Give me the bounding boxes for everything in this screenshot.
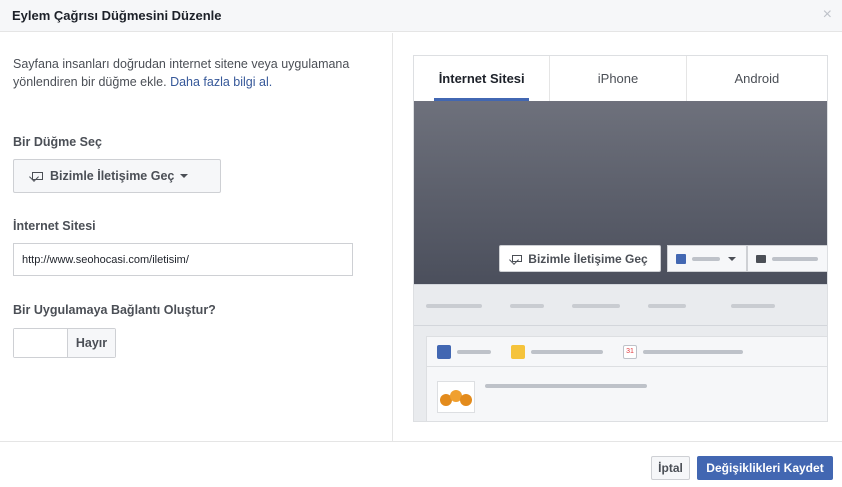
learn-more-link[interactable]: Daha fazla bilgi al. — [170, 75, 272, 89]
dialog-header: Eylem Çağrısı Düğmesini Düzenle × — [0, 0, 842, 32]
placeholder-bar — [426, 304, 482, 308]
placeholder-bar — [531, 350, 603, 354]
cta-preview-label: Bizimle İletişime Geç — [528, 251, 648, 266]
choose-button-value: Bizimle İletişime Geç — [50, 169, 175, 183]
tab-android[interactable]: Android — [687, 56, 827, 101]
choose-button-dropdown[interactable]: Bizimle İletişime Geç — [13, 159, 221, 193]
calendar-icon: 31 — [623, 345, 637, 359]
placeholder-bar — [648, 304, 686, 308]
placeholder-bar — [572, 304, 620, 308]
pencil-icon — [437, 345, 451, 359]
app-link-toggle[interactable]: Hayır — [13, 328, 116, 358]
placeholder-bar — [731, 304, 775, 308]
tab-iphone[interactable]: iPhone — [550, 56, 687, 101]
like-button-placeholder — [667, 245, 747, 272]
app-link-label: Bir Uygulamaya Bağlantı Oluştur? — [13, 303, 216, 317]
fruit-thumbnail — [437, 381, 475, 413]
envelope-icon — [512, 255, 523, 262]
save-button[interactable]: Değişiklikleri Kaydet — [697, 456, 833, 480]
composer-actions: 31 — [427, 337, 827, 367]
photo-icon — [511, 345, 525, 359]
envelope-icon — [32, 172, 43, 180]
placeholder-bar — [772, 256, 818, 261]
caret-down-icon — [180, 174, 189, 178]
placeholder-bar — [692, 256, 720, 261]
toggle-label: Hayır — [68, 329, 115, 357]
message-button-placeholder — [747, 245, 827, 272]
caret-down-icon — [728, 256, 736, 261]
dialog-footer: İptal Değişiklikleri Kaydet — [0, 441, 842, 487]
placeholder-bar — [510, 304, 544, 308]
close-icon[interactable]: × — [823, 6, 832, 24]
cover-photo: Bizimle İletişime Geç — [414, 101, 827, 284]
placeholder-bar — [643, 350, 743, 354]
website-label: İnternet Sitesi — [13, 219, 96, 233]
cancel-button[interactable]: İptal — [651, 456, 690, 480]
preview-tabs: İnternet Sitesi iPhone Android — [414, 56, 827, 101]
preview-panel: İnternet Sitesi iPhone Android Bizimle İ… — [413, 55, 828, 422]
dialog-title: Eylem Çağrısı Düğmesini Düzenle — [12, 8, 222, 23]
toggle-knob — [14, 329, 68, 357]
tab-website[interactable]: İnternet Sitesi — [414, 56, 551, 101]
placeholder-bar — [485, 384, 647, 388]
choose-button-label: Bir Düğme Seç — [13, 135, 102, 149]
cta-preview-button: Bizimle İletişime Geç — [499, 245, 661, 272]
orange-image — [460, 394, 472, 406]
chat-bubble-icon — [756, 254, 766, 263]
thumbs-up-icon — [676, 253, 686, 264]
description: Sayfana insanları doğrudan internet site… — [13, 55, 373, 91]
form-panel: Sayfana insanları doğrudan internet site… — [0, 33, 393, 441]
feed-placeholder: 31 — [414, 326, 827, 421]
website-input[interactable] — [13, 243, 353, 276]
page-nav-placeholder — [414, 284, 827, 326]
placeholder-bar — [457, 350, 491, 354]
composer-placeholder: 31 — [426, 336, 827, 421]
